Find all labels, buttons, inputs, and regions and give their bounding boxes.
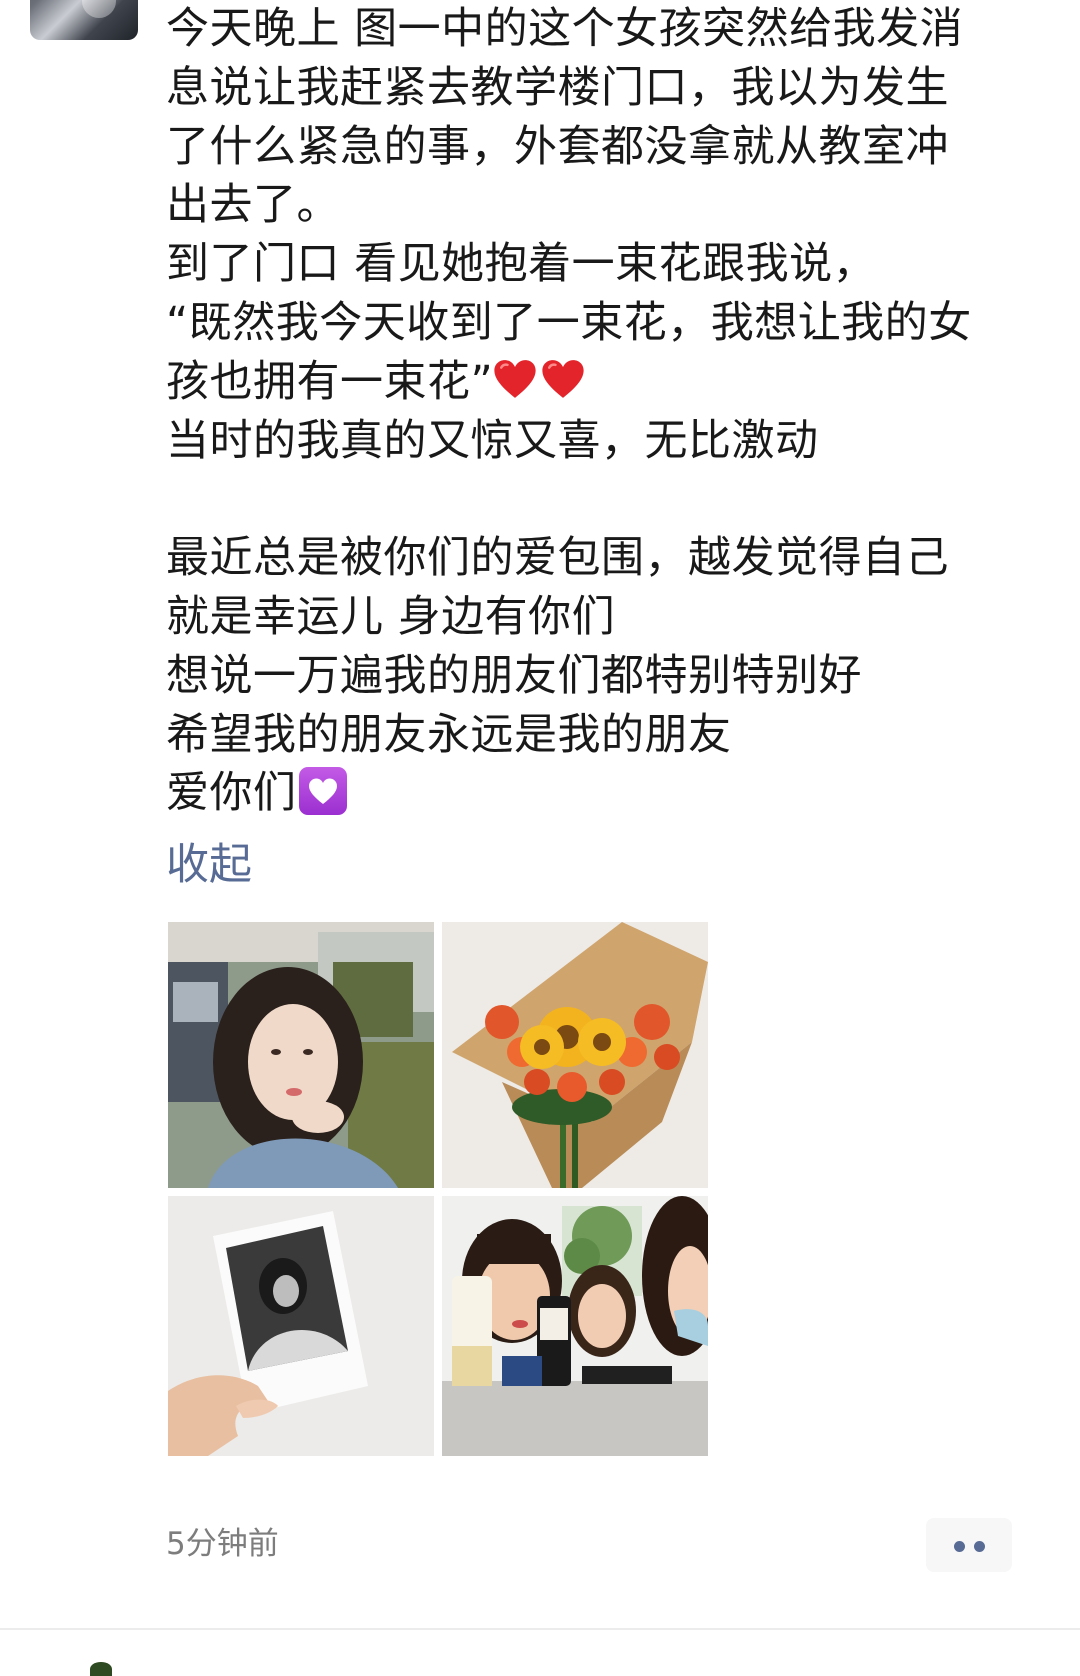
post-text-line: 当时的我真的又惊又喜，无比激动 bbox=[166, 415, 819, 466]
post-text-line: 想说一万遍我的朋友们都特别特别好 bbox=[166, 650, 862, 701]
post-text-line: “既然我今天收到了一束花，我想让我的女 bbox=[166, 297, 972, 348]
post-timestamp: 5分钟前 bbox=[166, 1526, 279, 1562]
photo-flower-bouquet[interactable] bbox=[442, 922, 708, 1188]
post-text-line: 了什么紧急的事，外套都没拿就从教室冲 bbox=[166, 121, 949, 172]
photo-polaroid-in-hand[interactable] bbox=[168, 1196, 434, 1456]
post-text: 今天晚上 图一中的这个女孩突然给我发消 息说让我赶紧去教学楼门口，我以为发生 了… bbox=[166, 0, 1026, 823]
next-post-avatar[interactable] bbox=[90, 1662, 112, 1676]
post-text-line: 出去了。 bbox=[166, 180, 340, 231]
red-heart-icon bbox=[493, 358, 537, 402]
post-text-line-with-emoji: 爱你们 bbox=[166, 764, 1026, 823]
post-text-line: 孩也拥有一束花” bbox=[166, 356, 494, 407]
post-text-line: 最近总是被你们的爱包围，越发觉得自己 bbox=[166, 533, 949, 584]
photo-girl-in-car[interactable] bbox=[168, 922, 434, 1188]
author-avatar[interactable] bbox=[30, 0, 138, 40]
post-text-line: 就是幸运儿 身边有你们 bbox=[166, 591, 616, 642]
more-actions-button[interactable] bbox=[926, 1518, 1012, 1572]
post-divider bbox=[0, 1628, 1080, 1630]
post-text-line: 希望我的朋友永远是我的朋友 bbox=[166, 709, 732, 760]
more-dot-icon bbox=[974, 1541, 985, 1552]
post-text-line: 到了门口 看见她抱着一束花跟我说， bbox=[166, 239, 877, 290]
collapse-link[interactable]: 收起 bbox=[166, 835, 252, 895]
purple-heart-icon bbox=[298, 767, 347, 816]
post-text-line: 息说让我赶紧去教学楼门口，我以为发生 bbox=[166, 62, 949, 113]
paragraph-break bbox=[166, 470, 1026, 529]
red-heart-icon bbox=[541, 358, 585, 402]
photo-three-friends-with-drinks[interactable] bbox=[442, 1196, 708, 1456]
post-text-line: 爱你们 bbox=[166, 768, 297, 819]
more-dot-icon bbox=[954, 1541, 965, 1552]
post-text-line-with-emoji: 孩也拥有一束花” bbox=[166, 353, 1026, 412]
post-text-line: 今天晚上 图一中的这个女孩突然给我发消 bbox=[166, 4, 964, 54]
